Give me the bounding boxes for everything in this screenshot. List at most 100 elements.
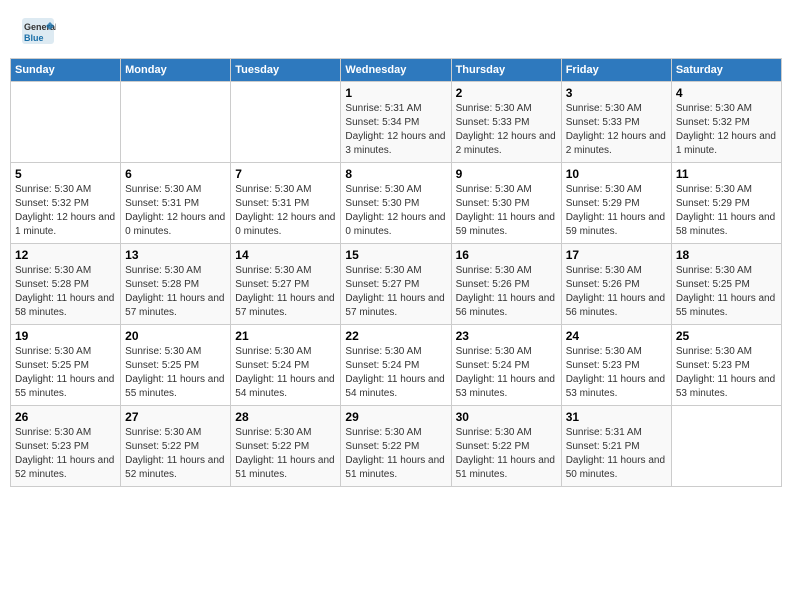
day-info: Sunrise: 5:30 AM Sunset: 5:32 PM Dayligh… <box>676 102 777 158</box>
calendar-cell: 17 Sunrise: 5:30 AM Sunset: 5:26 PM Dayli… <box>561 244 671 325</box>
calendar-cell: 12 Sunrise: 5:30 AM Sunset: 5:28 PM Dayli… <box>11 244 121 325</box>
calendar-cell: 4 Sunrise: 5:30 AM Sunset: 5:32 PM Daylig… <box>671 82 781 163</box>
day-number: 18 <box>676 248 777 262</box>
calendar-cell: 28 Sunrise: 5:30 AM Sunset: 5:22 PM Dayli… <box>231 406 341 487</box>
calendar-cell: 9 Sunrise: 5:30 AM Sunset: 5:30 PM Daylig… <box>451 163 561 244</box>
day-number: 14 <box>235 248 336 262</box>
day-number: 20 <box>125 329 226 343</box>
calendar-cell: 27 Sunrise: 5:30 AM Sunset: 5:22 PM Dayli… <box>121 406 231 487</box>
column-header-wednesday: Wednesday <box>341 59 451 82</box>
day-number: 23 <box>456 329 557 343</box>
day-number: 15 <box>345 248 446 262</box>
column-header-monday: Monday <box>121 59 231 82</box>
day-info: Sunrise: 5:30 AM Sunset: 5:23 PM Dayligh… <box>566 345 667 401</box>
calendar-cell <box>121 82 231 163</box>
day-number: 16 <box>456 248 557 262</box>
day-number: 22 <box>345 329 446 343</box>
day-number: 6 <box>125 167 226 181</box>
day-number: 2 <box>456 86 557 100</box>
day-info: Sunrise: 5:30 AM Sunset: 5:33 PM Dayligh… <box>456 102 557 158</box>
day-info: Sunrise: 5:30 AM Sunset: 5:24 PM Dayligh… <box>235 345 336 401</box>
calendar-cell: 3Sunrise: 5:30 AM Sunset: 5:33 PM Daylig… <box>561 82 671 163</box>
day-number: 28 <box>235 410 336 424</box>
day-info: Sunrise: 5:30 AM Sunset: 5:24 PM Dayligh… <box>345 345 446 401</box>
day-info: Sunrise: 5:30 AM Sunset: 5:28 PM Dayligh… <box>15 264 116 320</box>
day-info: Sunrise: 5:30 AM Sunset: 5:29 PM Dayligh… <box>566 183 667 239</box>
calendar-cell: 15 Sunrise: 5:30 AM Sunset: 5:27 PM Dayli… <box>341 244 451 325</box>
svg-text:Blue: Blue <box>24 33 44 43</box>
calendar-cell: 29 Sunrise: 5:30 AM Sunset: 5:22 PM Dayli… <box>341 406 451 487</box>
calendar-cell: 13Sunrise: 5:30 AM Sunset: 5:28 PM Dayli… <box>121 244 231 325</box>
day-number: 27 <box>125 410 226 424</box>
day-info: Sunrise: 5:30 AM Sunset: 5:22 PM Dayligh… <box>456 426 557 482</box>
day-number: 9 <box>456 167 557 181</box>
day-number: 5 <box>15 167 116 181</box>
logo-icon: General Blue <box>20 16 56 46</box>
calendar-cell: 10 Sunrise: 5:30 AM Sunset: 5:29 PM Dayli… <box>561 163 671 244</box>
day-number: 12 <box>15 248 116 262</box>
day-number: 11 <box>676 167 777 181</box>
day-info: Sunrise: 5:30 AM Sunset: 5:27 PM Dayligh… <box>345 264 446 320</box>
day-info: Sunrise: 5:30 AM Sunset: 5:32 PM Dayligh… <box>15 183 116 239</box>
day-number: 21 <box>235 329 336 343</box>
calendar-table: SundayMondayTuesdayWednesdayThursdayFrid… <box>10 58 782 487</box>
day-number: 24 <box>566 329 667 343</box>
day-number: 4 <box>676 86 777 100</box>
day-info: Sunrise: 5:30 AM Sunset: 5:26 PM Dayligh… <box>456 264 557 320</box>
day-number: 29 <box>345 410 446 424</box>
day-info: Sunrise: 5:30 AM Sunset: 5:31 PM Dayligh… <box>125 183 226 239</box>
day-number: 31 <box>566 410 667 424</box>
day-number: 8 <box>345 167 446 181</box>
calendar-week-row: 12 Sunrise: 5:30 AM Sunset: 5:28 PM Dayli… <box>11 244 782 325</box>
column-header-sunday: Sunday <box>11 59 121 82</box>
day-info: Sunrise: 5:30 AM Sunset: 5:22 PM Dayligh… <box>125 426 226 482</box>
day-info: Sunrise: 5:30 AM Sunset: 5:30 PM Dayligh… <box>456 183 557 239</box>
day-number: 10 <box>566 167 667 181</box>
day-info: Sunrise: 5:30 AM Sunset: 5:26 PM Dayligh… <box>566 264 667 320</box>
calendar-week-row: 1 Sunrise: 5:31 AM Sunset: 5:34 PM Daylig… <box>11 82 782 163</box>
calendar-cell: 18 Sunrise: 5:30 AM Sunset: 5:25 PM Dayli… <box>671 244 781 325</box>
day-number: 19 <box>15 329 116 343</box>
column-header-saturday: Saturday <box>671 59 781 82</box>
day-info: Sunrise: 5:30 AM Sunset: 5:27 PM Dayligh… <box>235 264 336 320</box>
day-info: Sunrise: 5:30 AM Sunset: 5:29 PM Dayligh… <box>676 183 777 239</box>
day-info: Sunrise: 5:31 AM Sunset: 5:21 PM Dayligh… <box>566 426 667 482</box>
calendar-cell <box>231 82 341 163</box>
day-number: 3 <box>566 86 667 100</box>
day-info: Sunrise: 5:30 AM Sunset: 5:22 PM Dayligh… <box>345 426 446 482</box>
calendar-cell: 8Sunrise: 5:30 AM Sunset: 5:30 PM Daylig… <box>341 163 451 244</box>
calendar-cell <box>671 406 781 487</box>
day-number: 13 <box>125 248 226 262</box>
calendar-cell: 7Sunrise: 5:30 AM Sunset: 5:31 PM Daylig… <box>231 163 341 244</box>
calendar-cell: 19 Sunrise: 5:30 AM Sunset: 5:25 PM Dayli… <box>11 325 121 406</box>
column-header-tuesday: Tuesday <box>231 59 341 82</box>
calendar-cell: 24 Sunrise: 5:30 AM Sunset: 5:23 PM Dayli… <box>561 325 671 406</box>
day-info: Sunrise: 5:30 AM Sunset: 5:25 PM Dayligh… <box>15 345 116 401</box>
calendar-week-row: 5 Sunrise: 5:30 AM Sunset: 5:32 PM Daylig… <box>11 163 782 244</box>
calendar-header-row: SundayMondayTuesdayWednesdayThursdayFrid… <box>11 59 782 82</box>
page-header: General Blue <box>0 0 792 50</box>
calendar-cell: 20 Sunrise: 5:30 AM Sunset: 5:25 PM Dayli… <box>121 325 231 406</box>
calendar-cell: 31 Sunrise: 5:31 AM Sunset: 5:21 PM Dayli… <box>561 406 671 487</box>
column-header-thursday: Thursday <box>451 59 561 82</box>
day-info: Sunrise: 5:30 AM Sunset: 5:25 PM Dayligh… <box>676 264 777 320</box>
calendar-cell: 25Sunrise: 5:30 AM Sunset: 5:23 PM Dayli… <box>671 325 781 406</box>
day-info: Sunrise: 5:30 AM Sunset: 5:25 PM Dayligh… <box>125 345 226 401</box>
calendar-cell: 30Sunrise: 5:30 AM Sunset: 5:22 PM Dayli… <box>451 406 561 487</box>
day-number: 26 <box>15 410 116 424</box>
day-info: Sunrise: 5:30 AM Sunset: 5:24 PM Dayligh… <box>456 345 557 401</box>
calendar-cell: 6 Sunrise: 5:30 AM Sunset: 5:31 PM Daylig… <box>121 163 231 244</box>
calendar-cell: 26 Sunrise: 5:30 AM Sunset: 5:23 PM Dayli… <box>11 406 121 487</box>
day-info: Sunrise: 5:30 AM Sunset: 5:22 PM Dayligh… <box>235 426 336 482</box>
day-info: Sunrise: 5:31 AM Sunset: 5:34 PM Dayligh… <box>345 102 446 158</box>
day-info: Sunrise: 5:30 AM Sunset: 5:23 PM Dayligh… <box>15 426 116 482</box>
day-number: 25 <box>676 329 777 343</box>
day-number: 7 <box>235 167 336 181</box>
column-header-friday: Friday <box>561 59 671 82</box>
calendar-week-row: 19 Sunrise: 5:30 AM Sunset: 5:25 PM Dayli… <box>11 325 782 406</box>
day-number: 17 <box>566 248 667 262</box>
calendar-cell: 11 Sunrise: 5:30 AM Sunset: 5:29 PM Dayli… <box>671 163 781 244</box>
calendar-cell: 16 Sunrise: 5:30 AM Sunset: 5:26 PM Dayli… <box>451 244 561 325</box>
calendar: SundayMondayTuesdayWednesdayThursdayFrid… <box>0 58 792 497</box>
day-number: 1 <box>345 86 446 100</box>
